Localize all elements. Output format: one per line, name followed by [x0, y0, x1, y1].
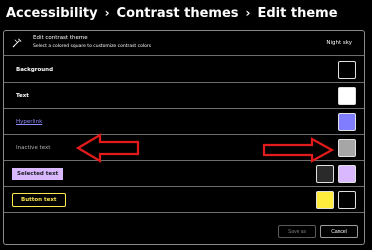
swatch-hyperlink[interactable] — [338, 113, 356, 131]
row-label-hyperlink: Hyperlink — [16, 119, 43, 125]
row-label-inactive-text: Inactive text — [16, 145, 51, 151]
row-label-text: Text — [16, 93, 29, 99]
row-background: Background — [4, 57, 364, 83]
row-label-button-text: Button text — [12, 193, 66, 207]
annotation-arrow-left-icon — [76, 133, 140, 163]
swatch-text[interactable] — [338, 87, 356, 105]
chevron-right-icon: › — [104, 6, 110, 20]
row-label-selected-text: Selected text — [12, 168, 64, 180]
header-subtitle: Select a colored square to customize con… — [33, 44, 152, 49]
breadcrumb: Accessibility › Contrast themes › Edit t… — [6, 2, 338, 24]
save-as-button[interactable]: Save as — [278, 225, 316, 238]
row-label-background: Background — [16, 67, 54, 73]
annotation-arrow-right-icon — [262, 137, 334, 163]
row-button-text: Button text — [4, 187, 364, 213]
swatch-background[interactable] — [338, 61, 356, 79]
swatch-inactive-text[interactable] — [338, 139, 356, 157]
theme-name: Night sky — [326, 40, 352, 46]
edit-theme-header: Edit contrast theme Select a colored squ… — [4, 31, 364, 56]
header-title: Edit contrast theme — [33, 35, 88, 41]
breadcrumb-contrast-themes[interactable]: Contrast themes — [117, 6, 239, 21]
swatch-button-text-background[interactable] — [316, 191, 334, 209]
breadcrumb-edit-theme: Edit theme — [257, 5, 338, 21]
paint-brush-icon — [12, 38, 22, 48]
breadcrumb-accessibility[interactable]: Accessibility — [6, 6, 98, 21]
chevron-right-icon: › — [245, 6, 251, 20]
row-selected-text: Selected text — [4, 161, 364, 187]
swatch-selected-text-background[interactable] — [316, 165, 334, 183]
row-hyperlink: Hyperlink — [4, 109, 364, 135]
swatch-button-text-foreground[interactable] — [338, 191, 356, 209]
swatch-selected-text-foreground[interactable] — [338, 165, 356, 183]
cancel-button[interactable]: Cancel — [320, 225, 358, 238]
row-text: Text — [4, 83, 364, 109]
